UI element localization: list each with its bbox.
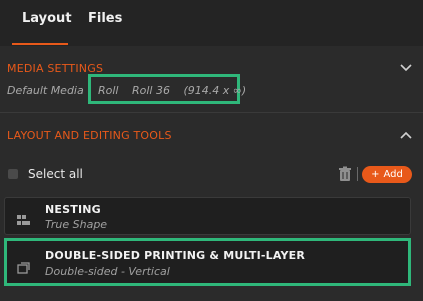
media-size: (914.4 x ∞) <box>183 84 247 97</box>
double-sided-icon <box>17 259 31 274</box>
tool-title: DOUBLE-SIDED PRINTING & MULTI-LAYER <box>45 249 306 262</box>
select-all-checkbox[interactable] <box>8 169 18 179</box>
select-all-row: Select all <box>8 167 83 181</box>
tool-subtitle: True Shape <box>45 218 108 231</box>
tool-card-double-sided[interactable]: DOUBLE-SIDED PRINTING & MULTI-LAYER Doub… <box>4 238 411 286</box>
tool-card-nesting[interactable]: NESTING True Shape <box>4 197 411 235</box>
chevron-up-icon[interactable] <box>399 128 413 142</box>
select-all-label[interactable]: Select all <box>28 167 83 181</box>
chevron-down-icon[interactable] <box>399 61 413 75</box>
default-media-label: Default Media <box>7 84 84 97</box>
tab-layout[interactable]: Layout <box>22 11 72 26</box>
tab-files[interactable]: Files <box>88 11 122 26</box>
layout-tools-header: LAYOUT AND EDITING TOOLS <box>7 129 172 142</box>
tab-bar: Layout Files <box>0 0 423 46</box>
media-row: Default Media <box>7 84 84 97</box>
add-label: Add <box>383 169 403 180</box>
media-name: Roll 36 <box>132 84 170 97</box>
add-button[interactable]: + Add <box>362 166 412 183</box>
tool-subtitle: Double-sided - Vertical <box>45 265 170 278</box>
media-selection[interactable]: Roll Roll 36 (914.4 x ∞) <box>88 74 246 104</box>
trash-icon[interactable] <box>338 166 352 182</box>
divider <box>0 112 423 113</box>
toolbar-separator <box>357 167 358 181</box>
plus-icon: + <box>371 169 380 180</box>
nesting-icon <box>17 211 31 225</box>
media-type: Roll <box>98 84 119 97</box>
active-tab-indicator <box>12 43 68 45</box>
tool-title: NESTING <box>45 203 101 216</box>
